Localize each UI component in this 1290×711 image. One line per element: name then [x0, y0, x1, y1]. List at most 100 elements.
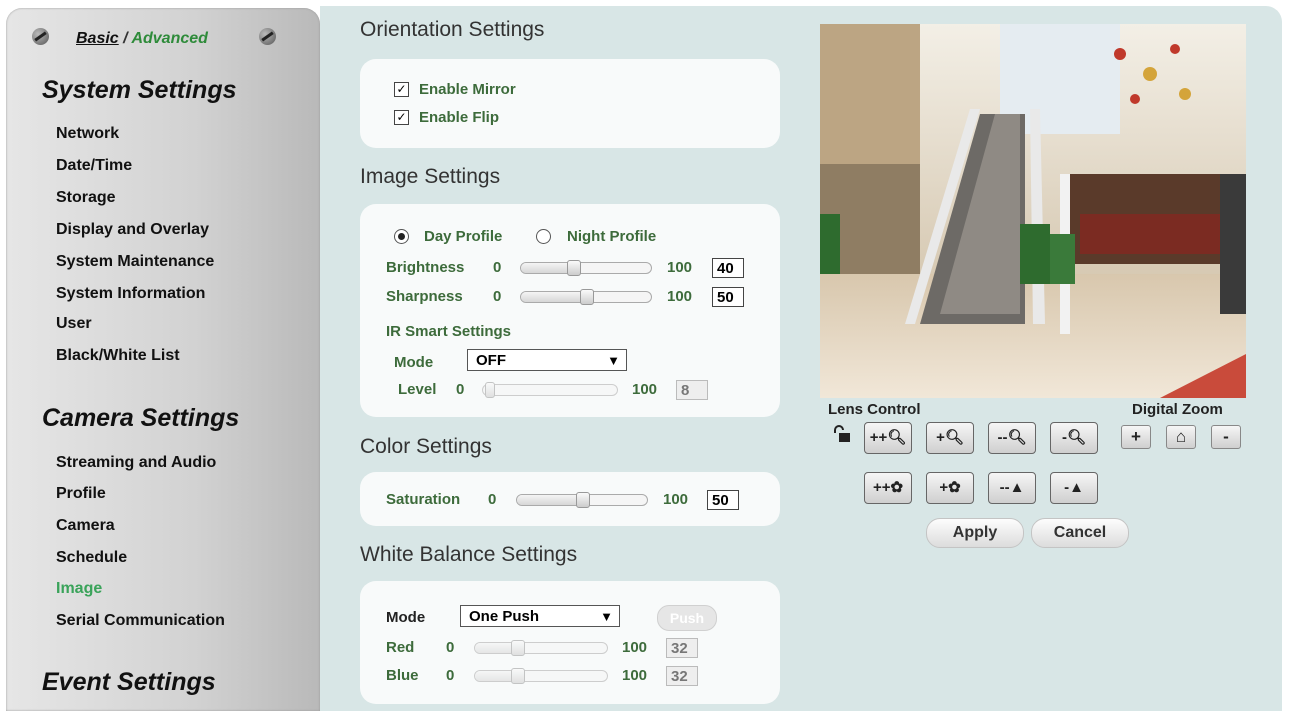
sidebar-item-network[interactable]: Network — [56, 125, 119, 143]
zoom-out-button[interactable]: -🔍︎ — [1050, 422, 1098, 454]
push-button[interactable]: Push — [657, 605, 717, 631]
chevron-down-icon: ▼ — [607, 353, 620, 368]
mountain-icon: --▲ — [999, 479, 1025, 496]
lens-control-label: Lens Control — [828, 401, 921, 418]
enable-flip-checkbox[interactable]: ✓ — [394, 110, 409, 125]
digital-zoom-home-button[interactable]: ⌂ — [1166, 425, 1196, 449]
ir-mode-label: Mode — [394, 354, 434, 371]
ir-mode-value: OFF — [476, 352, 506, 369]
focus-far-fast-button[interactable]: --▲ — [988, 472, 1036, 504]
wb-blue-min: 0 — [446, 667, 455, 684]
focus-near-fast-button[interactable]: ++✿ — [864, 472, 912, 504]
ir-level-slider[interactable] — [482, 382, 618, 398]
saturation-value-input[interactable]: 50 — [707, 490, 739, 510]
slider-handle[interactable] — [580, 289, 594, 305]
slider-handle[interactable] — [511, 640, 525, 656]
advanced-mode-link[interactable]: Advanced — [131, 30, 207, 47]
wb-blue-value-input[interactable]: 32 — [666, 666, 698, 686]
color-settings-panel: Saturation 0 100 50 — [360, 472, 780, 526]
ir-level-max: 100 — [632, 381, 658, 398]
sidebar-item-display-overlay[interactable]: Display and Overlay — [56, 221, 209, 239]
saturation-max: 100 — [663, 491, 689, 508]
brightness-slider[interactable] — [520, 260, 652, 276]
focus-far-button[interactable]: -▲ — [1050, 472, 1098, 504]
wb-mode-select[interactable]: One Push ▼ — [460, 605, 620, 627]
wb-blue-label: Blue — [386, 667, 419, 684]
sharpness-slider[interactable] — [520, 289, 652, 305]
wb-red-value-input[interactable]: 32 — [666, 638, 698, 658]
screw-icon — [32, 28, 49, 45]
camera-live-image — [820, 24, 1246, 398]
home-icon: ⌂ — [1175, 427, 1187, 446]
ir-level-min: 0 — [456, 381, 465, 398]
sharpness-label: Sharpness — [386, 288, 463, 305]
ir-mode-select[interactable]: OFF ▼ — [467, 349, 627, 371]
ir-level-value-input[interactable]: 8 — [676, 380, 708, 400]
zoom-out-fast-button[interactable]: --🔍︎ — [988, 422, 1036, 454]
wb-mode-label: Mode — [386, 609, 426, 626]
saturation-slider[interactable] — [516, 492, 648, 508]
focus-near-button[interactable]: +✿ — [926, 472, 974, 504]
sidebar-item-date-time[interactable]: Date/Time — [56, 157, 132, 175]
image-settings-title: Image Settings — [360, 165, 501, 188]
brightness-label: Brightness — [386, 259, 465, 276]
digital-zoom-label: Digital Zoom — [1132, 401, 1223, 418]
sidebar-item-camera[interactable]: Camera — [56, 517, 115, 535]
slider-handle[interactable] — [567, 260, 581, 276]
ir-level-label: Level — [398, 381, 437, 398]
white-balance-panel: Mode One Push ▼ Push Red 0 100 32 Blue 0 … — [360, 581, 780, 704]
white-balance-settings-title: White Balance Settings — [360, 543, 578, 566]
night-profile-label: Night Profile — [567, 228, 657, 245]
enable-flip-label: Enable Flip — [419, 109, 500, 126]
system-settings-heading: System Settings — [42, 76, 237, 104]
sidebar-item-black-white-list[interactable]: Black/White List — [56, 347, 180, 365]
day-profile-radio[interactable] — [394, 229, 409, 244]
sidebar-item-schedule[interactable]: Schedule — [56, 549, 127, 567]
sidebar-item-streaming-audio[interactable]: Streaming and Audio — [56, 454, 216, 472]
wb-red-max: 100 — [622, 639, 648, 656]
digital-zoom-in-button[interactable]: + — [1121, 425, 1151, 449]
zoom-in-button[interactable]: +🔍︎ — [926, 422, 974, 454]
event-settings-heading: Event Settings — [42, 668, 216, 696]
sidebar-item-system-maintenance[interactable]: System Maintenance — [56, 253, 214, 271]
sidebar-item-system-information[interactable]: System Information — [56, 285, 205, 303]
orientation-panel: ✓ Enable Mirror ✓ Enable Flip — [360, 59, 780, 148]
wb-red-slider[interactable] — [474, 640, 608, 656]
sidebar-item-serial-communication[interactable]: Serial Communication — [56, 612, 225, 630]
saturation-label: Saturation — [386, 491, 461, 508]
digital-zoom-out-button[interactable]: - — [1211, 425, 1241, 449]
flower-icon: ++✿ — [872, 479, 904, 496]
slider-handle[interactable] — [576, 492, 590, 508]
slider-handle[interactable] — [511, 668, 525, 684]
sidebar: Basic / Advanced System Settings Network… — [6, 8, 320, 711]
enable-mirror-checkbox[interactable]: ✓ — [394, 82, 409, 97]
wb-blue-max: 100 — [622, 667, 648, 684]
slider-handle[interactable] — [485, 382, 495, 398]
sharpness-min: 0 — [493, 288, 502, 305]
sidebar-item-user[interactable]: User — [56, 315, 92, 333]
sidebar-item-image[interactable]: Image — [56, 580, 102, 598]
image-settings-panel: Day Profile Night Profile Brightness 0 1… — [360, 204, 780, 417]
sharpness-value-input[interactable]: 50 — [712, 287, 744, 307]
basic-mode-link[interactable]: Basic — [76, 30, 119, 47]
sidebar-item-profile[interactable]: Profile — [56, 485, 106, 503]
color-settings-title: Color Settings — [360, 435, 492, 458]
sharpness-max: 100 — [667, 288, 693, 305]
zoom-in-icon: +🔍︎ — [936, 429, 964, 446]
sidebar-item-storage[interactable]: Storage — [56, 189, 116, 207]
zoom-in-fast-button[interactable]: ++🔍︎ — [864, 422, 912, 454]
night-profile-radio[interactable] — [536, 229, 551, 244]
apply-button[interactable]: Apply — [926, 518, 1024, 548]
screw-icon — [259, 28, 276, 45]
zoom-out-fast-icon: --🔍︎ — [997, 429, 1027, 446]
brightness-value-input[interactable]: 40 — [712, 258, 744, 278]
wb-blue-slider[interactable] — [474, 668, 608, 684]
wb-red-label: Red — [386, 639, 415, 656]
cancel-button[interactable]: Cancel — [1031, 518, 1129, 548]
mode-separator: / — [118, 30, 132, 47]
ir-smart-settings-label: IR Smart Settings — [386, 323, 512, 340]
camera-live-view[interactable] — [820, 24, 1246, 398]
orientation-settings-title: Orientation Settings — [360, 18, 545, 41]
unlock-icon[interactable] — [832, 425, 852, 443]
mountain-icon: -▲ — [1064, 479, 1084, 496]
